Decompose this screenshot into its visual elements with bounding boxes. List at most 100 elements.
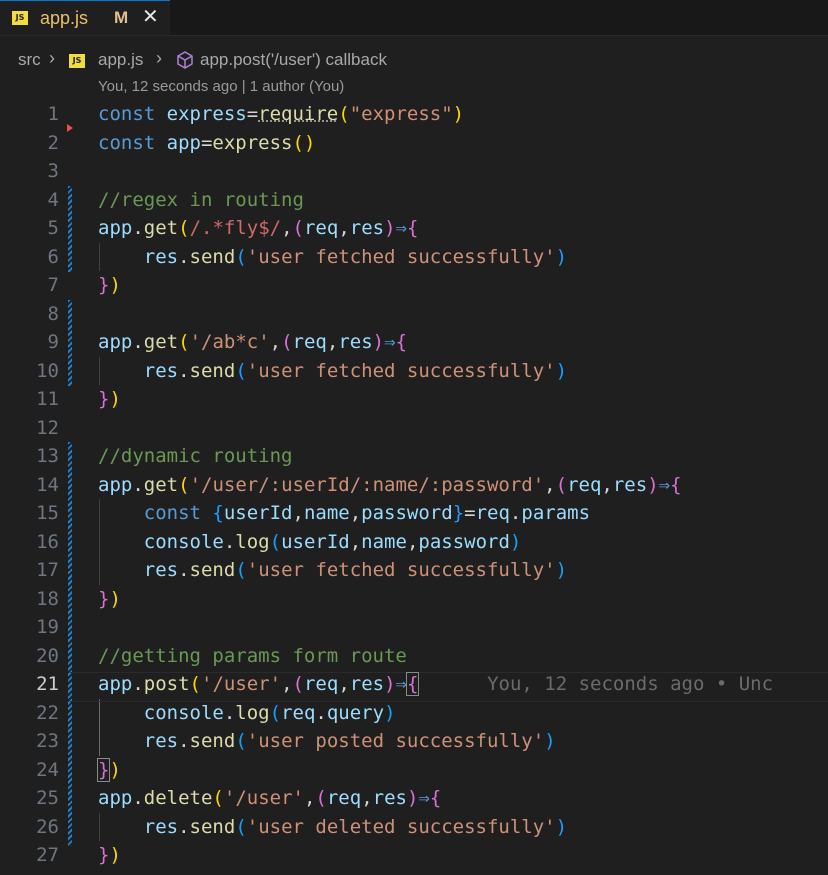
code-token: ) — [406, 787, 419, 809]
code-token: ( — [292, 673, 304, 695]
code-token: 'user posted successfully' — [246, 730, 545, 752]
code-line[interactable]: 5 app.get(/.*fly$/,(req,res)⇒{ — [0, 214, 828, 243]
code-line[interactable]: 26 res.send('user deleted successfully') — [0, 813, 828, 842]
line-number: 12 — [36, 416, 59, 439]
code-text[interactable]: console.log(req.query) — [98, 699, 396, 728]
code-line[interactable]: 10 res.send('user fetched successfully') — [0, 357, 828, 386]
code-line[interactable]: 8 — [0, 300, 828, 329]
code-token: app — [98, 673, 133, 695]
code-text[interactable]: app.get(/.*fly$/,(req,res)⇒{ — [98, 214, 418, 243]
code-line[interactable]: 1 const express=require("express") — [0, 100, 828, 129]
code-text[interactable]: res.send('user posted successfully') — [98, 727, 556, 756]
code-line[interactable]: 25 app.delete('/user',(req,res)⇒{ — [0, 784, 828, 813]
breadcrumb-file[interactable]: app.js — [98, 50, 143, 70]
code-text[interactable]: app.post('/user',(req,res)⇒{ You, 12 sec… — [98, 670, 773, 699]
code-line[interactable]: 9 app.get('/ab*c',(req,res)⇒{ — [0, 328, 828, 357]
code-text[interactable]: console.log(userId,name,password) — [98, 528, 522, 557]
modified-indicator: M — [114, 8, 129, 27]
code-text[interactable]: app.delete('/user',(req,res)⇒{ — [98, 784, 441, 813]
code-token: ( — [281, 331, 293, 353]
code-line[interactable]: 12 — [0, 414, 828, 443]
code-line[interactable]: 22 console.log(req.query) — [0, 699, 828, 728]
code-token: } — [452, 502, 465, 524]
code-text[interactable]: const app=express() — [98, 129, 315, 158]
code-text[interactable]: }) — [98, 841, 121, 870]
code-line[interactable]: 18}) — [0, 585, 828, 614]
code-token: res — [612, 473, 648, 496]
line-number: 16 — [36, 530, 59, 553]
code-text[interactable]: res.send('user fetched successfully') — [98, 357, 567, 386]
inline-blame: You, 12 seconds ago • Unc — [418, 673, 774, 695]
code-token: ( — [178, 331, 190, 353]
codelens-author[interactable]: You, 12 seconds ago | 1 author (You) — [98, 78, 344, 95]
code-token: . — [178, 245, 190, 268]
code-line[interactable]: 4 //regex in routing — [0, 186, 828, 215]
code-token: res — [349, 217, 385, 239]
code-token: res — [143, 815, 179, 838]
breadcrumb-symbol[interactable]: app.post('/user') callback — [200, 50, 387, 70]
code-line[interactable]: 15 const {userId,name,password}=req.para… — [0, 499, 828, 528]
code-text[interactable]: }) — [98, 271, 121, 300]
code-line[interactable]: 21 app.post('/user',(req,res)⇒{ You, 12 s… — [0, 670, 828, 699]
code-token: ( — [555, 473, 568, 496]
code-token: ⇒ — [395, 673, 407, 695]
code-editor[interactable]: 1 const express=require("express") 2 const … — [0, 100, 828, 875]
code-line[interactable]: 17 res.send('user fetched successfully') — [0, 556, 828, 585]
code-line[interactable]: 3 — [0, 157, 828, 186]
code-text[interactable]: }) — [98, 585, 121, 614]
code-token: ( — [189, 673, 201, 695]
code-line[interactable]: 24}) — [0, 756, 828, 785]
code-token: . — [223, 701, 236, 724]
code-token: { — [429, 787, 442, 809]
code-text[interactable]: res.send('user fetched successfully') — [98, 243, 567, 272]
code-token: console — [143, 530, 224, 553]
code-line[interactable]: 2 const app=express() — [0, 129, 828, 158]
code-token: ) — [384, 701, 396, 724]
code-line[interactable]: 23 res.send('user posted successfully') — [0, 727, 828, 756]
code-line[interactable]: 16 console.log(userId,name,password) — [0, 528, 828, 557]
line-number: 21 — [36, 673, 59, 695]
code-line[interactable]: 14 app.get('/user/:userId/:name/:password… — [0, 471, 828, 500]
code-text[interactable]: //regex in routing — [98, 186, 304, 215]
code-token: 'user fetched successfully' — [246, 559, 556, 581]
code-line[interactable]: 19 — [0, 613, 828, 642]
code-token: express — [212, 131, 293, 154]
code-text[interactable]: app.get('/user/:userId/:name/:password',… — [98, 471, 682, 500]
code-text[interactable]: res.send('user fetched successfully') — [98, 556, 567, 585]
code-token: req — [303, 673, 339, 695]
code-text[interactable]: //getting params form route — [98, 642, 407, 671]
code-text[interactable]: app.get('/ab*c',(req,res)⇒{ — [98, 328, 407, 357]
line-number: 15 — [36, 502, 59, 524]
code-token: ) — [109, 274, 121, 296]
code-token: password — [418, 530, 510, 553]
code-text[interactable]: }) — [98, 385, 121, 414]
code-line[interactable]: 7}) — [0, 271, 828, 300]
code-token: . — [178, 815, 190, 838]
code-token: send — [189, 815, 236, 838]
code-token: { — [212, 502, 224, 524]
tab-bar: JS app.js M ✕ — [0, 0, 828, 36]
code-line[interactable]: 27}) — [0, 841, 828, 870]
code-token: /.*fly$/ — [189, 217, 282, 239]
code-line[interactable]: 11}) — [0, 385, 828, 414]
code-line[interactable]: 20 //getting params form route — [0, 642, 828, 671]
code-text[interactable]: const express=require("express") — [98, 100, 464, 129]
code-token: ( — [315, 787, 327, 809]
code-token: () — [292, 131, 316, 154]
code-line[interactable]: 6 res.send('user fetched successfully') — [0, 243, 828, 272]
code-token: , — [338, 217, 350, 239]
code-text[interactable]: res.send('user deleted successfully') — [98, 813, 567, 842]
code-line[interactable]: 13 //dynamic routing — [0, 442, 828, 471]
code-token: req — [303, 217, 339, 239]
code-text[interactable]: }) — [96, 756, 121, 785]
code-token: { — [670, 473, 682, 496]
code-text[interactable]: //dynamic routing — [98, 442, 292, 471]
code-token: { — [405, 672, 420, 696]
code-text[interactable]: const {userId,name,password}=req.params — [98, 499, 590, 528]
breadcrumb-folder[interactable]: src — [18, 50, 41, 70]
line-number: 7 — [47, 274, 59, 296]
tab-app-js[interactable]: JS app.js M ✕ — [0, 0, 170, 35]
close-icon[interactable]: ✕ — [142, 4, 159, 29]
line-number: 11 — [36, 388, 59, 410]
